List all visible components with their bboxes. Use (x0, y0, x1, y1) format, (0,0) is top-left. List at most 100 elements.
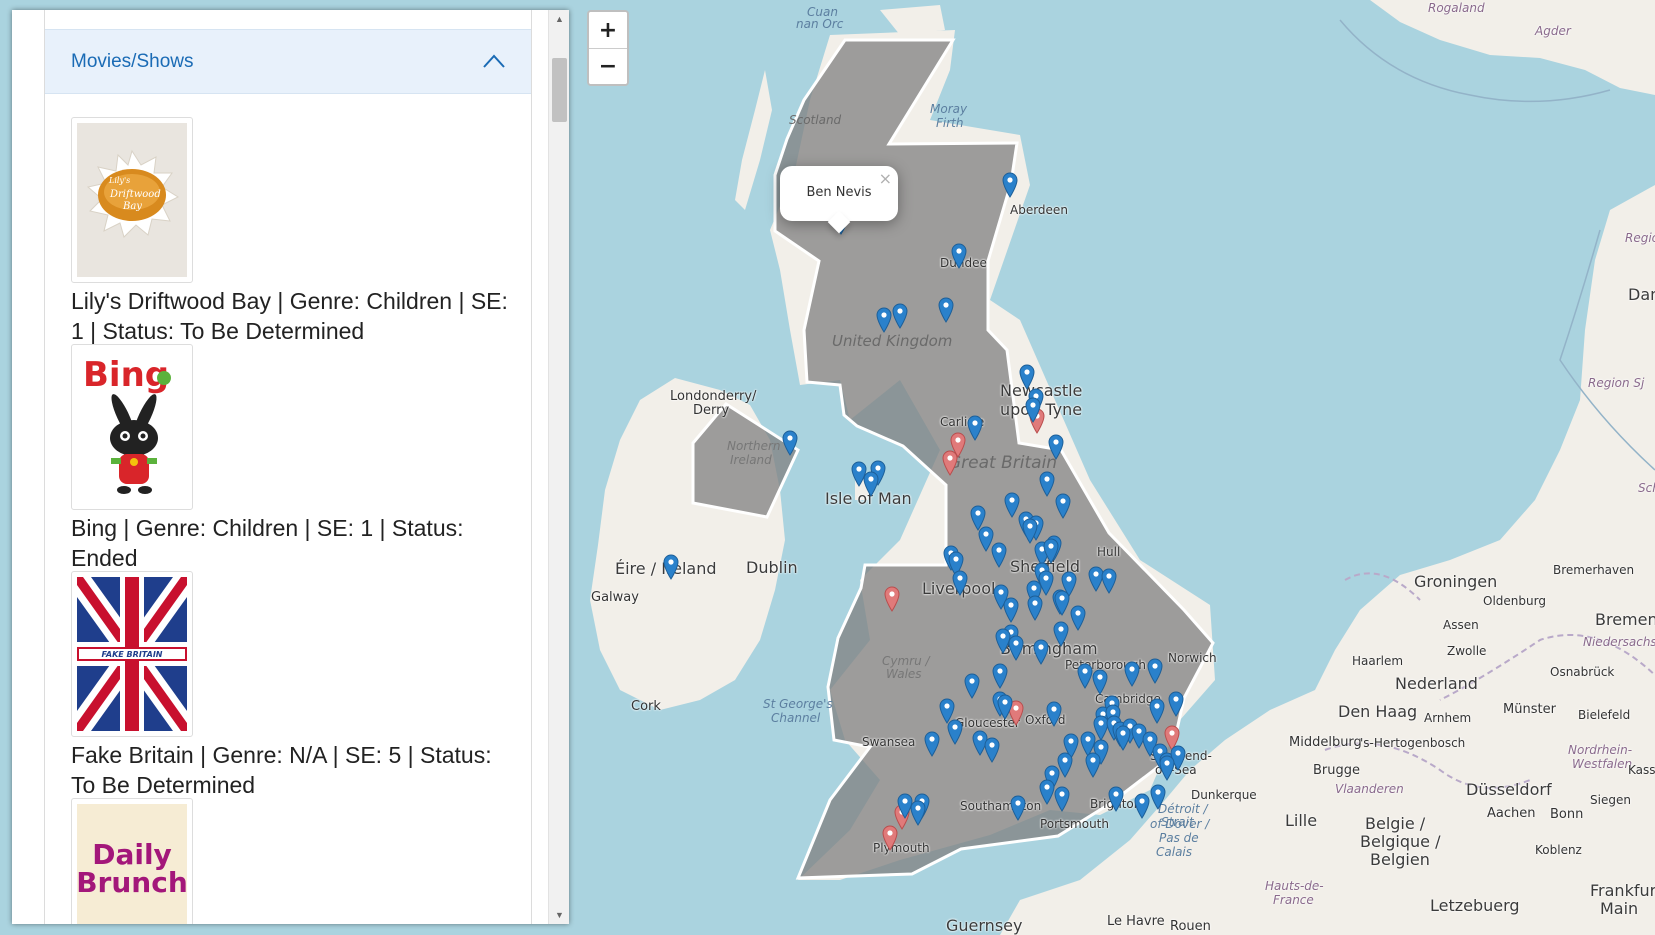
map-marker[interactable] (876, 307, 892, 333)
map-marker[interactable] (910, 800, 926, 826)
map-marker[interactable] (1150, 784, 1166, 810)
scrollbar-thumb[interactable] (552, 58, 567, 122)
scroll-down-arrow-icon[interactable]: ▼ (549, 906, 569, 924)
map-marker[interactable] (1048, 434, 1064, 460)
label-hauts-1: Hauts-de- (1265, 879, 1324, 893)
map-marker[interactable] (984, 737, 1000, 763)
label-agder: Agder (1535, 24, 1571, 38)
map-marker[interactable] (952, 570, 968, 596)
label-scotland: Scotland (789, 113, 842, 127)
map-marker[interactable] (1046, 701, 1062, 727)
show-caption: Fake Britain | Genre: N/A | SE: 5 | Stat… (71, 742, 492, 798)
label-lille: Lille (1285, 811, 1318, 830)
label-middelburg: Middelburg (1289, 735, 1362, 750)
show-poster[interactable]: Bing (71, 344, 193, 510)
label-dover-1: of Dover / (1150, 817, 1210, 831)
map-marker[interactable] (1003, 597, 1019, 623)
panel-scrollbar[interactable]: ▲ ▼ (548, 10, 569, 924)
map-marker[interactable] (991, 542, 1007, 568)
map-marker[interactable] (1101, 568, 1117, 594)
map-marker[interactable] (938, 297, 954, 323)
map-marker[interactable] (1039, 471, 1055, 497)
zoom-out-button[interactable]: − (589, 48, 627, 84)
label-wales: Wales (886, 667, 922, 681)
map-marker[interactable] (1027, 595, 1043, 621)
map-marker[interactable] (782, 430, 798, 456)
map-marker[interactable] (1039, 779, 1055, 805)
show-poster[interactable]: Lily's Driftwood Bay (71, 117, 193, 283)
map-marker[interactable] (947, 719, 963, 745)
label-arnhem: Arnhem (1424, 711, 1472, 725)
label-nordrhein: Nordrhein- (1568, 743, 1633, 757)
label-vlaanderen: Vlaanderen (1335, 782, 1404, 796)
map-marker[interactable] (1010, 795, 1026, 821)
label-sch: Sch (1638, 481, 1655, 495)
label-firth: Firth (936, 116, 964, 130)
label-kassel: Kasse (1628, 763, 1655, 777)
map-marker[interactable] (1077, 663, 1093, 689)
label-uk: United Kingdom (832, 332, 953, 350)
show-item: Lily's Driftwood Bay Lily's Driftwood Ba… (71, 117, 511, 346)
map-marker[interactable] (1008, 635, 1024, 661)
scroll-up-arrow-icon[interactable]: ▲ (549, 10, 569, 28)
map-marker[interactable] (1092, 669, 1108, 695)
map-marker[interactable] (924, 731, 940, 757)
map-marker[interactable] (1043, 538, 1059, 564)
map-marker[interactable] (863, 471, 879, 497)
map-marker[interactable] (1085, 752, 1101, 778)
side-panel: Movies/Shows Lily's Driftwood Bay Lily's… (12, 10, 569, 924)
map-marker[interactable] (1159, 755, 1175, 781)
map-marker[interactable] (1070, 605, 1086, 631)
map-marker[interactable] (892, 303, 908, 329)
map-marker[interactable] (1134, 793, 1150, 819)
label-siegen: Siegen (1590, 793, 1631, 807)
label-regio: Regio (1625, 231, 1655, 245)
label-norc: nan Orc (796, 17, 844, 31)
accordion-header-movies[interactable]: Movies/Shows (45, 30, 531, 94)
map-marker-red[interactable] (882, 825, 898, 851)
map-marker-red[interactable] (884, 586, 900, 612)
map-marker[interactable] (1054, 590, 1070, 616)
map-marker-red[interactable] (942, 450, 958, 476)
label-bielefeld: Bielefeld (1578, 708, 1631, 722)
map-marker[interactable] (1019, 364, 1035, 390)
label-dublin: Dublin (746, 558, 798, 577)
label-guernsey: Guernsey (946, 916, 1023, 935)
map-marker[interactable] (951, 243, 967, 269)
label-dusseldorf: Düsseldorf (1466, 780, 1552, 799)
map-popup: Ben Nevis × (780, 166, 898, 234)
map-marker[interactable] (1025, 397, 1041, 423)
label-northern: Northern (727, 439, 781, 453)
map-marker[interactable] (1002, 172, 1018, 198)
map-marker[interactable] (1149, 698, 1165, 724)
map-marker[interactable] (967, 415, 983, 441)
map-marker[interactable] (1033, 639, 1049, 665)
label-zwolle: Zwolle (1447, 644, 1487, 658)
zoom-in-button[interactable]: + (589, 12, 627, 48)
label-cork: Cork (631, 699, 661, 714)
map-marker[interactable] (964, 673, 980, 699)
map-marker[interactable] (1054, 786, 1070, 812)
label-belgie-3: Belgien (1370, 850, 1430, 869)
label-frankfurt-2: Main (1600, 899, 1639, 918)
map-marker[interactable] (1147, 658, 1163, 684)
show-caption: Lily's Driftwood Bay | Genre: Children |… (71, 288, 508, 344)
label-rouen: Rouen (1170, 919, 1211, 934)
map-marker[interactable] (997, 694, 1013, 720)
map-marker[interactable] (992, 663, 1008, 689)
label-haarlem: Haarlem (1352, 654, 1404, 668)
label-cymru: Cymru / (882, 654, 930, 668)
show-poster[interactable]: Daily Brunch (71, 798, 193, 924)
map-marker[interactable] (1108, 786, 1124, 812)
map-marker[interactable] (1115, 725, 1131, 751)
map-marker[interactable] (1168, 691, 1184, 717)
poster-bing: Bing (77, 350, 187, 504)
map-marker[interactable] (1055, 493, 1071, 519)
svg-text:Bay: Bay (122, 201, 142, 212)
map-marker[interactable] (663, 554, 679, 580)
map-marker[interactable] (1124, 661, 1140, 687)
show-poster[interactable]: FAKE BRITAIN (71, 571, 193, 737)
label-den-haag: Den Haag (1338, 702, 1418, 721)
map-marker[interactable] (1053, 621, 1069, 647)
popup-close-button[interactable]: × (879, 169, 892, 188)
